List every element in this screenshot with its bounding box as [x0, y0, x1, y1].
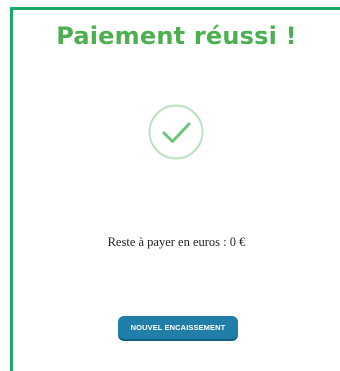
check-circle-icon — [147, 103, 205, 161]
payment-success-panel: Paiement réussi ! Reste à payer en euros… — [0, 0, 340, 371]
success-title: Paiement réussi ! — [56, 22, 297, 50]
panel-top-border — [10, 7, 340, 10]
panel-left-border — [10, 7, 13, 371]
check-circle-svg — [148, 104, 204, 160]
remaining-amount-text: Reste à payer en euros : 0 € — [107, 235, 246, 249]
new-payment-button[interactable]: NOUVEL ENCAISSEMENT — [118, 316, 238, 339]
